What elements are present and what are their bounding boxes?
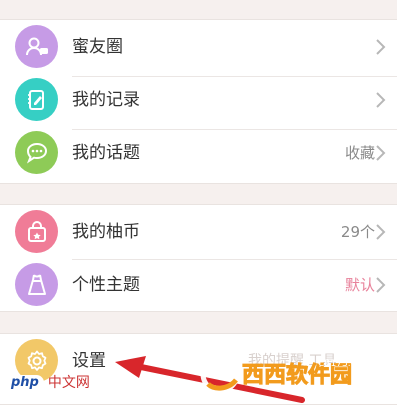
- menu-item-label: 我的记录: [72, 90, 140, 110]
- site-watermark-url: CR173.COM: [318, 359, 372, 369]
- chevron-right-icon: [375, 91, 387, 109]
- site-watermark-logo: 西西软件园 CR173.COM: [200, 354, 372, 394]
- php-watermark-text: 中文网: [47, 375, 90, 391]
- menu-item-my-topics[interactable]: 我的话题 收藏: [0, 126, 397, 182]
- chat-bubble-icon: [15, 131, 58, 174]
- person-card-icon: [15, 25, 58, 68]
- menu-item-my-records[interactable]: 我的记录: [0, 73, 397, 129]
- dress-icon: [15, 263, 58, 306]
- menu-group-1: 蜜友圈 我的记录 我的话题 收藏: [0, 19, 397, 184]
- menu-item-my-coins[interactable]: 我的柚币 29个: [0, 205, 397, 261]
- menu-item-friends-circle[interactable]: 蜜友圈: [0, 20, 397, 76]
- menu-item-label: 设置: [72, 351, 106, 371]
- menu-group-2: 我的柚币 29个 个性主题 默认: [0, 204, 397, 312]
- shopping-bag-icon: [15, 210, 58, 253]
- menu-item-label: 我的话题: [72, 143, 140, 163]
- php-watermark: php 中文网: [6, 372, 90, 392]
- chevron-right-icon: [375, 223, 387, 241]
- menu-item-label: 个性主题: [72, 275, 140, 295]
- theme-value: 默认: [344, 276, 375, 294]
- chevron-right-icon: [375, 276, 387, 294]
- chevron-right-icon: [375, 144, 387, 162]
- menu-item-themes[interactable]: 个性主题 默认: [0, 258, 397, 314]
- chevron-right-icon: [375, 38, 387, 56]
- menu-item-label: 我的柚币: [72, 222, 140, 242]
- menu-item-label: 蜜友圈: [72, 37, 123, 57]
- coin-count: 29个: [340, 223, 375, 241]
- favorites-link[interactable]: 收藏: [345, 143, 375, 163]
- notebook-pen-icon: [15, 78, 58, 121]
- php-logo: php: [6, 374, 44, 390]
